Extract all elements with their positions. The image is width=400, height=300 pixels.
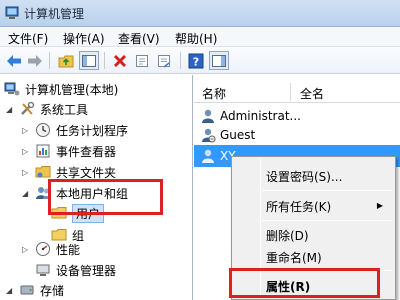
tree-label: 设备管理器: [56, 263, 117, 278]
toolbar-separator: [104, 52, 105, 69]
menu-file[interactable]: 文件(F): [8, 30, 48, 47]
up-folder-icon[interactable]: [56, 51, 76, 70]
toolbar-separator: [49, 52, 50, 69]
column-full-name[interactable]: 全名: [300, 85, 324, 102]
window-title: 计算机管理: [24, 7, 85, 21]
device-manager-icon: [35, 262, 51, 278]
collapse-arrow-icon[interactable]: ◢: [22, 189, 31, 198]
delete-icon[interactable]: [110, 51, 130, 70]
toolbar-separator: [180, 52, 181, 69]
user-icon: [200, 108, 216, 124]
menu-action[interactable]: 操作(A): [63, 30, 105, 47]
tree-label: 系统工具: [40, 102, 89, 117]
menu-item-properties[interactable]: 属性(R): [266, 278, 310, 295]
user-icon: [200, 148, 216, 164]
title-bar: 计算机管理: [0, 0, 400, 27]
clock-icon: [35, 122, 51, 138]
tree-item-task-scheduler[interactable]: ▷ 任务计划程序: [22, 120, 128, 140]
collapse-arrow-icon[interactable]: ◢: [6, 105, 15, 114]
toolbar: ?: [0, 47, 400, 74]
menu-separator: [262, 220, 392, 221]
column-divider[interactable]: [290, 83, 291, 101]
menu-item-rename[interactable]: 重命名(M): [266, 249, 322, 266]
tree-label: 用户: [72, 203, 105, 223]
show-hide-tree-icon[interactable]: [79, 51, 99, 70]
help-icon[interactable]: ?: [186, 51, 206, 70]
users-group-icon: [35, 185, 51, 201]
tree-label: 本地用户和组: [56, 186, 129, 201]
menu-bar: 文件(F) 操作(A) 查看(V) 帮助(H): [0, 27, 400, 47]
tree-item-event-viewer[interactable]: ▷ 事件查看器: [22, 141, 116, 161]
computer-management-icon: [4, 5, 20, 21]
submenu-arrow-icon: ▶: [376, 201, 383, 210]
column-name[interactable]: 名称: [202, 85, 226, 102]
properties-icon[interactable]: [132, 51, 152, 70]
tree-item-local-users-groups[interactable]: ◢ 本地用户和组: [22, 183, 128, 203]
shared-folder-icon: [35, 164, 51, 180]
menu-help[interactable]: 帮助(H): [175, 30, 217, 47]
tree-label: 计算机管理(本地): [25, 82, 119, 97]
computer-management-icon: [4, 81, 20, 97]
tree-label: 存储: [40, 283, 65, 298]
user-name: Guest: [220, 128, 256, 142]
performance-icon: [35, 241, 51, 257]
menu-item-all-tasks[interactable]: 所有任务(K): [266, 198, 331, 215]
menu-gutter: [260, 159, 261, 297]
expand-arrow-icon[interactable]: ▷: [22, 168, 31, 177]
menu-item-delete[interactable]: 删除(D): [266, 227, 309, 244]
tree-item-users[interactable]: 用户: [51, 203, 105, 223]
user-icon: [200, 127, 216, 143]
folder-icon: [51, 205, 67, 221]
expand-arrow-icon[interactable]: ▷: [22, 126, 31, 135]
menu-separator: [262, 270, 392, 271]
tree-item-computer-management[interactable]: 计算机管理(本地): [4, 79, 118, 99]
collapse-arrow-icon[interactable]: ◢: [6, 286, 15, 295]
show-action-pane-icon[interactable]: [209, 51, 229, 70]
expand-arrow-icon[interactable]: ▷: [22, 147, 31, 156]
tree-label: 性能: [56, 242, 81, 257]
context-menu: 设置密码(S)... 所有任务(K) ▶ 删除(D) 重命名(M) 属性(R): [231, 156, 396, 300]
console-tree: 计算机管理(本地) ◢ 系统工具 ▷ 任务计划程序 ▷ 事件查看器 ▷ 共享文件…: [0, 75, 193, 300]
user-row-guest[interactable]: Guest: [194, 124, 400, 146]
expand-arrow-icon[interactable]: ▷: [22, 245, 31, 254]
tree-item-storage[interactable]: ◢ 存储: [6, 280, 64, 300]
system-tools-icon: [19, 101, 35, 117]
svg-text:?: ?: [193, 55, 199, 68]
tree-item-shared-folders[interactable]: ▷ 共享文件夹: [22, 162, 116, 182]
export-icon[interactable]: [154, 51, 174, 70]
event-viewer-icon: [35, 143, 51, 159]
tree-label: 事件查看器: [56, 144, 117, 159]
back-arrow-icon[interactable]: [4, 51, 24, 70]
tree-label: 任务计划程序: [56, 123, 129, 138]
column-header: 名称 全名: [194, 81, 400, 103]
tree-label: 共享文件夹: [56, 165, 117, 180]
menu-view[interactable]: 查看(V): [118, 30, 160, 47]
user-name: Administrat...: [220, 109, 301, 123]
tree-item-performance[interactable]: ▷ 性能: [22, 239, 80, 259]
storage-icon: [19, 282, 35, 298]
tree-item-system-tools[interactable]: ◢ 系统工具: [6, 99, 88, 119]
menu-item-set-password[interactable]: 设置密码(S)...: [266, 168, 342, 185]
tree-item-device-manager[interactable]: 设备管理器: [35, 260, 116, 280]
menu-separator: [262, 190, 392, 191]
forward-arrow-icon[interactable]: [25, 51, 45, 70]
